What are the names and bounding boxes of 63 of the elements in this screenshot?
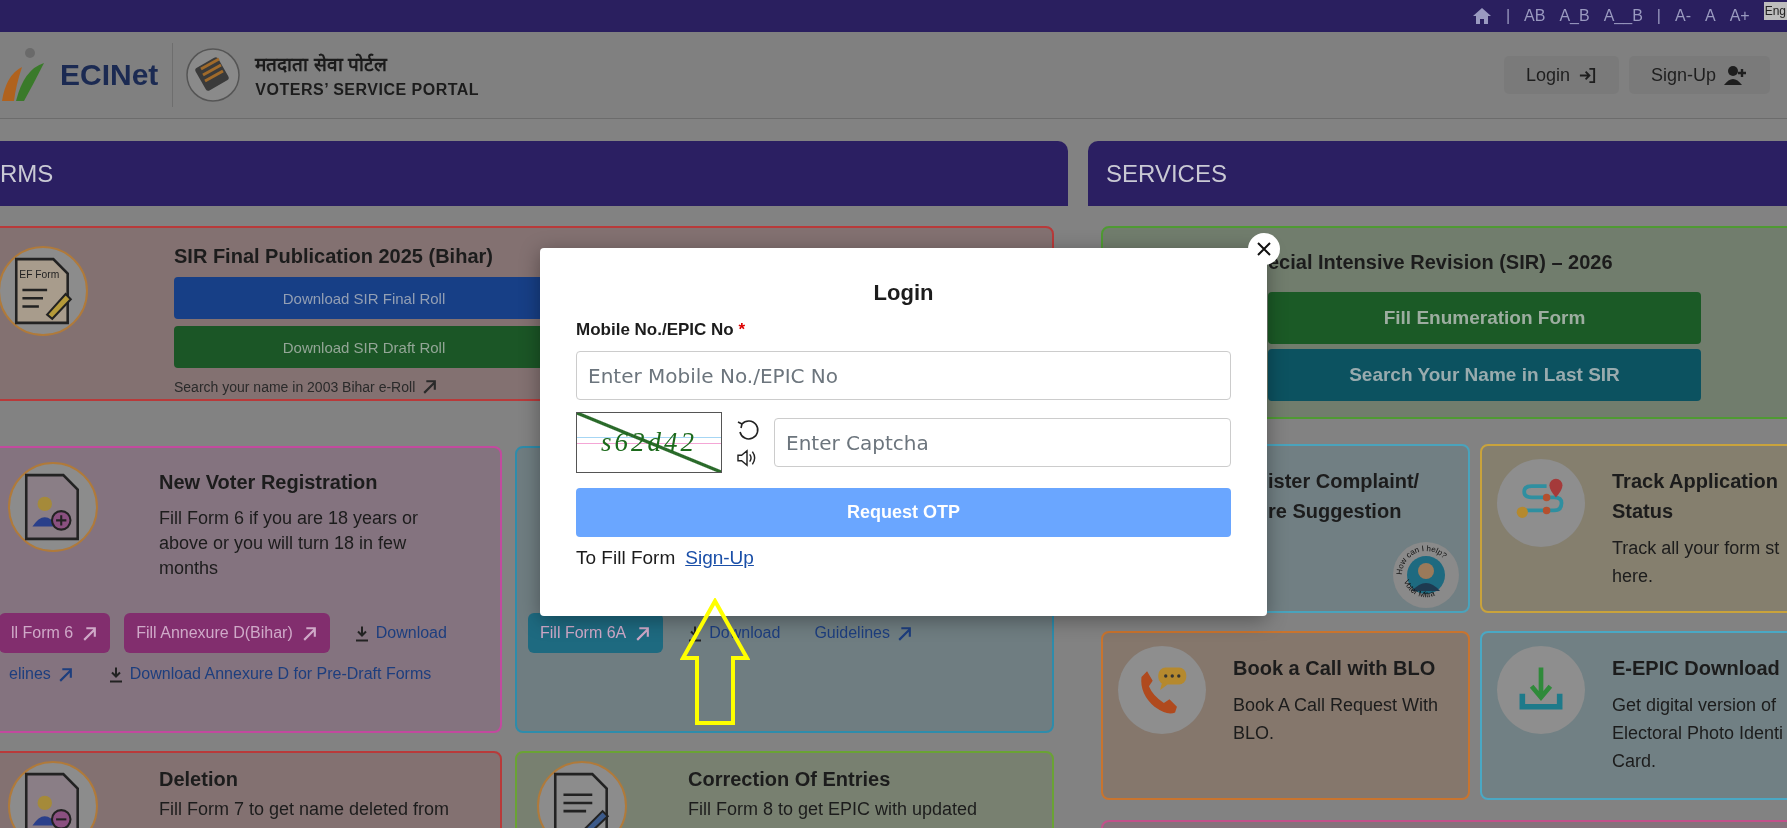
card-title: SIR Final Publication 2025 (Bihar) <box>174 244 494 269</box>
emblem-icon <box>185 47 242 103</box>
form-icon: EF Form <box>0 246 88 336</box>
card-title: Track Application Status <box>1612 469 1779 524</box>
form-button[interactable]: Fill Annexure D(Bihar) <box>124 613 330 653</box>
refresh-icon[interactable] <box>736 418 760 443</box>
card-title: Book a Call with BLO <box>1233 656 1437 681</box>
sir-button[interactable]: Search Your Name in Last SIR <box>1268 349 1701 401</box>
mobile-input-field[interactable]: Enter Mobile No./EPIC No <box>576 351 1231 400</box>
request-otp-button[interactable]: Request OTP <box>576 488 1231 537</box>
arrow-up-right-icon <box>81 624 99 642</box>
card-title: Deletion <box>159 767 239 792</box>
download-icon <box>353 624 370 642</box>
signup-prompt: To Fill Form <box>576 547 676 569</box>
home-icon[interactable] <box>1471 7 1492 25</box>
arrow-up-right-icon <box>421 378 439 395</box>
speaker-icon[interactable] <box>736 448 758 467</box>
portal-title-hindi: मतदाता सेवा पोर्टल <box>255 52 389 77</box>
captcha-input-field[interactable]: Enter Captcha <box>774 418 1231 467</box>
spacing-option[interactable]: A__B <box>1603 7 1643 25</box>
card-description: Fill Form 6 if you are 18 years or above or you will turn 18 in few months <box>159 507 419 580</box>
spacing-option[interactable]: AB <box>1524 7 1546 25</box>
search-link[interactable]: Search your name in 2003 Bihar e-Roll <box>174 378 439 395</box>
separator: | <box>1656 7 1661 25</box>
arrow-up-right-icon <box>634 624 652 642</box>
arrow-up-right-icon <box>896 624 913 642</box>
card-description: Track all your form st here. <box>1612 537 1780 588</box>
font-size-option[interactable]: A <box>1704 7 1716 25</box>
card-title: ister Complaint/ re Suggestion <box>1268 469 1420 524</box>
signup-link[interactable]: Sign-Up <box>685 547 754 569</box>
field-label: Mobile No./EPIC No * <box>576 320 747 340</box>
card-description: Get digital version of Electoral Photo Identi Card. <box>1612 694 1784 773</box>
link-text: Download <box>375 624 447 642</box>
signup-button[interactable]: Sign-Up <box>1628 56 1770 94</box>
font-size-option[interactable]: A- <box>1674 7 1691 25</box>
form-button[interactable]: Fill Form 6A <box>528 613 664 653</box>
guidelines-link[interactable]: Guidelines <box>804 624 923 642</box>
document-edit-icon <box>537 761 627 828</box>
card-description: Fill Form 8 to get EPIC with updated <box>688 798 978 821</box>
font-size-option[interactable]: A+ <box>1729 7 1750 25</box>
language-select[interactable]: Eng <box>1763 2 1787 20</box>
dialog-title: Login <box>872 280 935 306</box>
card-title: New Voter Registration <box>159 470 379 495</box>
card-description: Fill Form 7 to get name deleted from <box>159 798 450 821</box>
sir-button[interactable]: Fill Enumeration Form <box>1268 292 1701 344</box>
card-title: E-EPIC Download <box>1612 656 1781 681</box>
card-description: Book A Call Request With BLO. <box>1233 694 1439 745</box>
brand-name: ECINet <box>60 58 159 92</box>
remove-user-icon <box>8 761 98 828</box>
add-user-icon <box>1724 65 1748 85</box>
login-icon <box>1577 65 1597 85</box>
download-icon <box>107 665 124 683</box>
card-title: Correction Of Entries <box>688 767 892 792</box>
form-button[interactable]: ll Form 6 <box>0 613 111 653</box>
spacing-option[interactable]: A_B <box>1559 7 1590 25</box>
download-link[interactable]: Download <box>343 624 457 642</box>
separator: | <box>1505 7 1511 25</box>
panel-title: SERVICES <box>1105 159 1227 188</box>
portal-title: VOTERS’ SERVICE PORTAL <box>255 81 480 99</box>
login-button[interactable]: Login <box>1503 56 1619 94</box>
guidelines-link[interactable]: elines <box>0 665 84 683</box>
download-icon <box>687 624 704 642</box>
panel-title: RMS <box>0 159 54 188</box>
